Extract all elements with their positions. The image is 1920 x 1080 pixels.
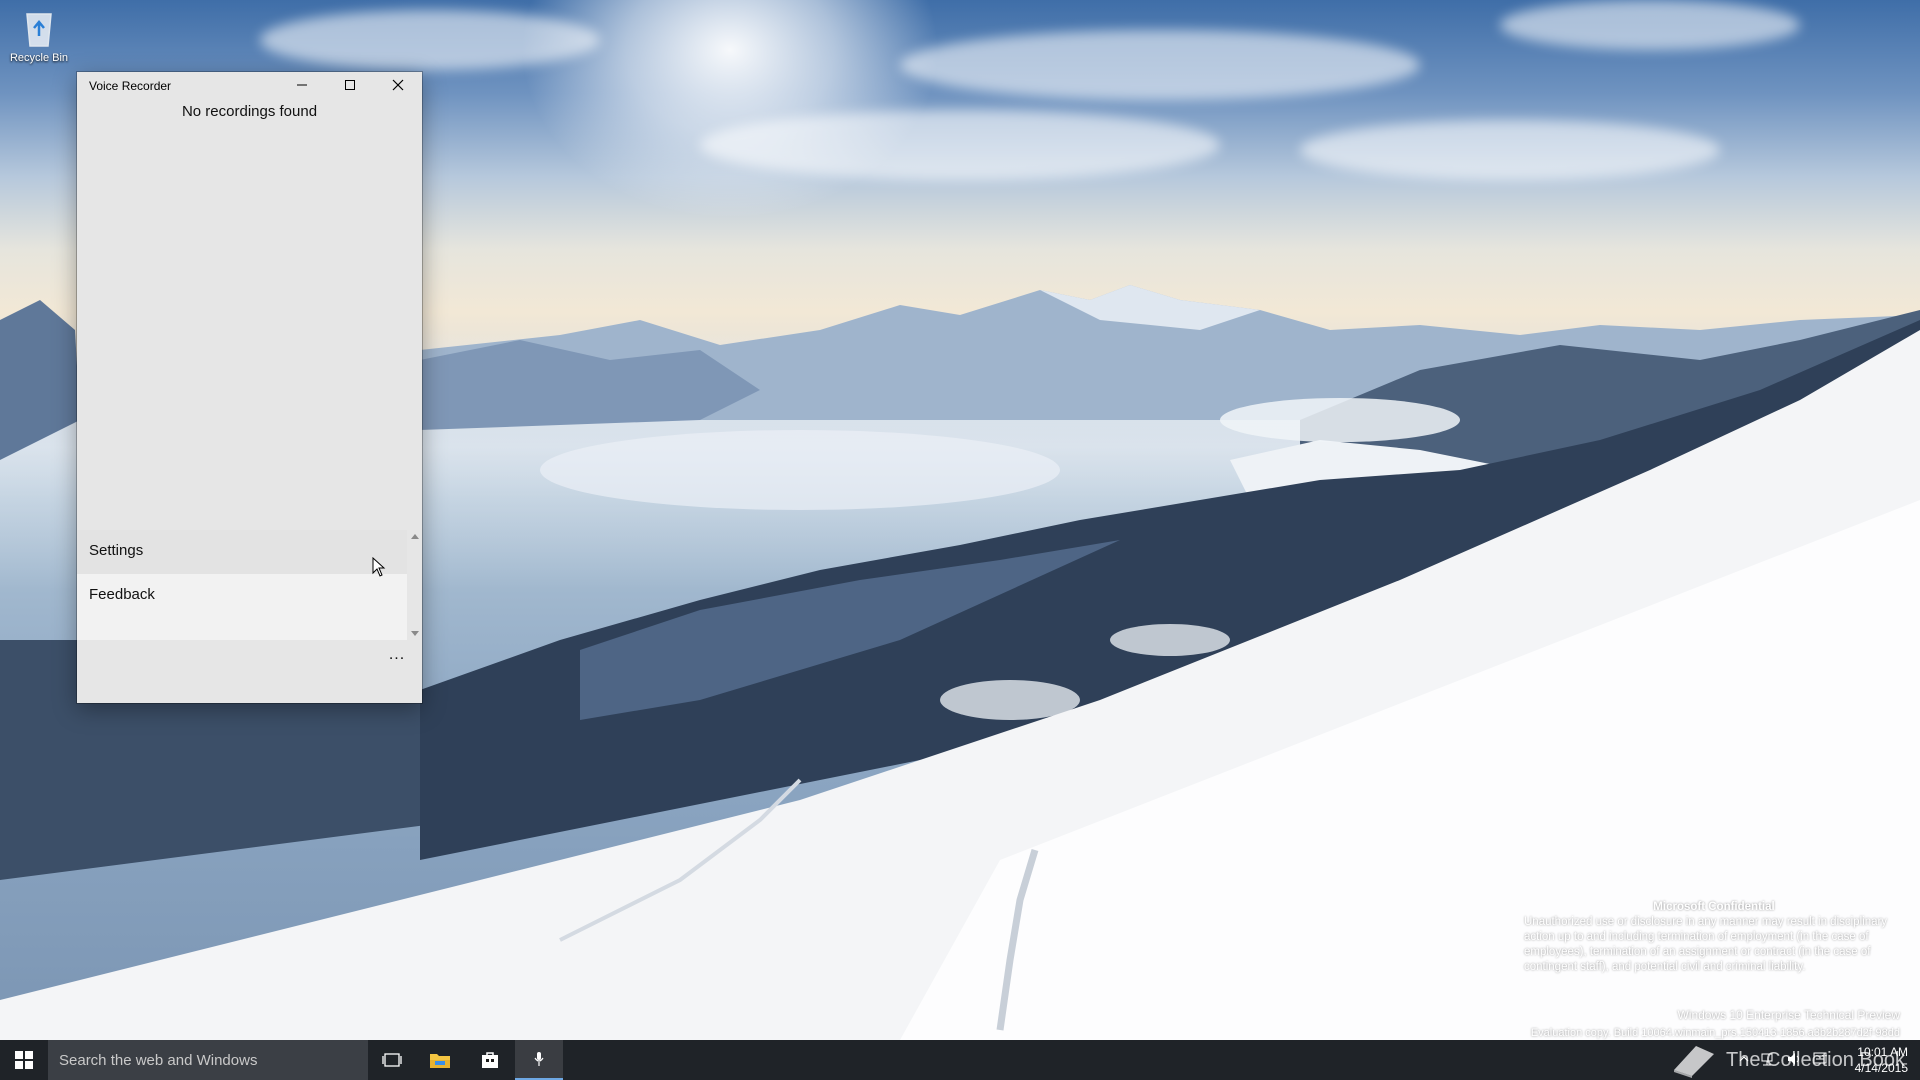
title-bar[interactable]: Voice Recorder	[77, 72, 422, 98]
menu-scrollbar[interactable]	[407, 530, 422, 640]
windows-logo-icon	[15, 1051, 33, 1069]
menu-item-settings[interactable]: Settings	[77, 530, 407, 574]
app-bar: ...	[77, 640, 422, 703]
recycle-bin-shortcut[interactable]: Recycle Bin	[4, 6, 74, 64]
task-view-button[interactable]	[368, 1040, 416, 1080]
file-explorer-button[interactable]	[416, 1040, 464, 1080]
scroll-down-icon[interactable]	[411, 631, 419, 636]
more-options-button[interactable]: ...	[380, 646, 414, 672]
maximize-button[interactable]	[326, 72, 374, 98]
watermark-body: Unauthorized use or disclosure in any ma…	[1524, 916, 1888, 973]
store-button[interactable]	[466, 1040, 514, 1080]
brand-watermark: The Collection Book	[1670, 1040, 1905, 1080]
book-logo-icon	[1674, 1046, 1714, 1078]
start-button[interactable]	[0, 1040, 48, 1080]
empty-state-message: No recordings found	[181, 103, 318, 120]
search-placeholder: Search the web and Windows	[59, 1052, 258, 1069]
scroll-up-icon[interactable]	[411, 534, 419, 539]
minimize-button[interactable]	[278, 72, 326, 98]
taskbar: Search the web and Windows 10:01 AM 4/14…	[0, 1040, 1920, 1080]
minimize-icon	[297, 84, 307, 86]
folder-icon	[430, 1054, 450, 1068]
task-view-icon	[382, 1053, 402, 1067]
microphone-icon	[534, 1052, 544, 1066]
menu-item-label: Settings	[89, 542, 144, 559]
brand-text: The Collection Book	[1726, 1048, 1905, 1071]
close-button[interactable]	[374, 72, 422, 98]
confidential-watermark: Microsoft Confidential Unauthorized use …	[1524, 900, 1904, 975]
overflow-menu: Settings Feedback	[77, 530, 407, 640]
edition-text: Windows 10 Enterprise Technical Preview	[1677, 1008, 1900, 1022]
maximize-icon	[345, 80, 355, 90]
mouse-cursor-icon	[372, 557, 386, 577]
recycle-bin-label: Recycle Bin	[9, 52, 69, 64]
store-icon	[482, 1052, 498, 1068]
watermark-title: Microsoft Confidential	[1653, 901, 1775, 913]
voice-recorder-taskbar-button[interactable]	[515, 1040, 563, 1080]
menu-item-label: Feedback	[89, 586, 155, 603]
voice-recorder-window: Voice Recorder No recordings found Setti…	[77, 72, 422, 703]
window-title: Voice Recorder	[89, 79, 172, 93]
build-info: Windows 10 Enterprise Technical Preview …	[1531, 1006, 1900, 1042]
recycle-bin-icon	[17, 6, 61, 50]
close-icon	[392, 79, 404, 91]
search-box[interactable]: Search the web and Windows	[48, 1040, 368, 1080]
menu-item-feedback[interactable]: Feedback	[77, 574, 407, 618]
